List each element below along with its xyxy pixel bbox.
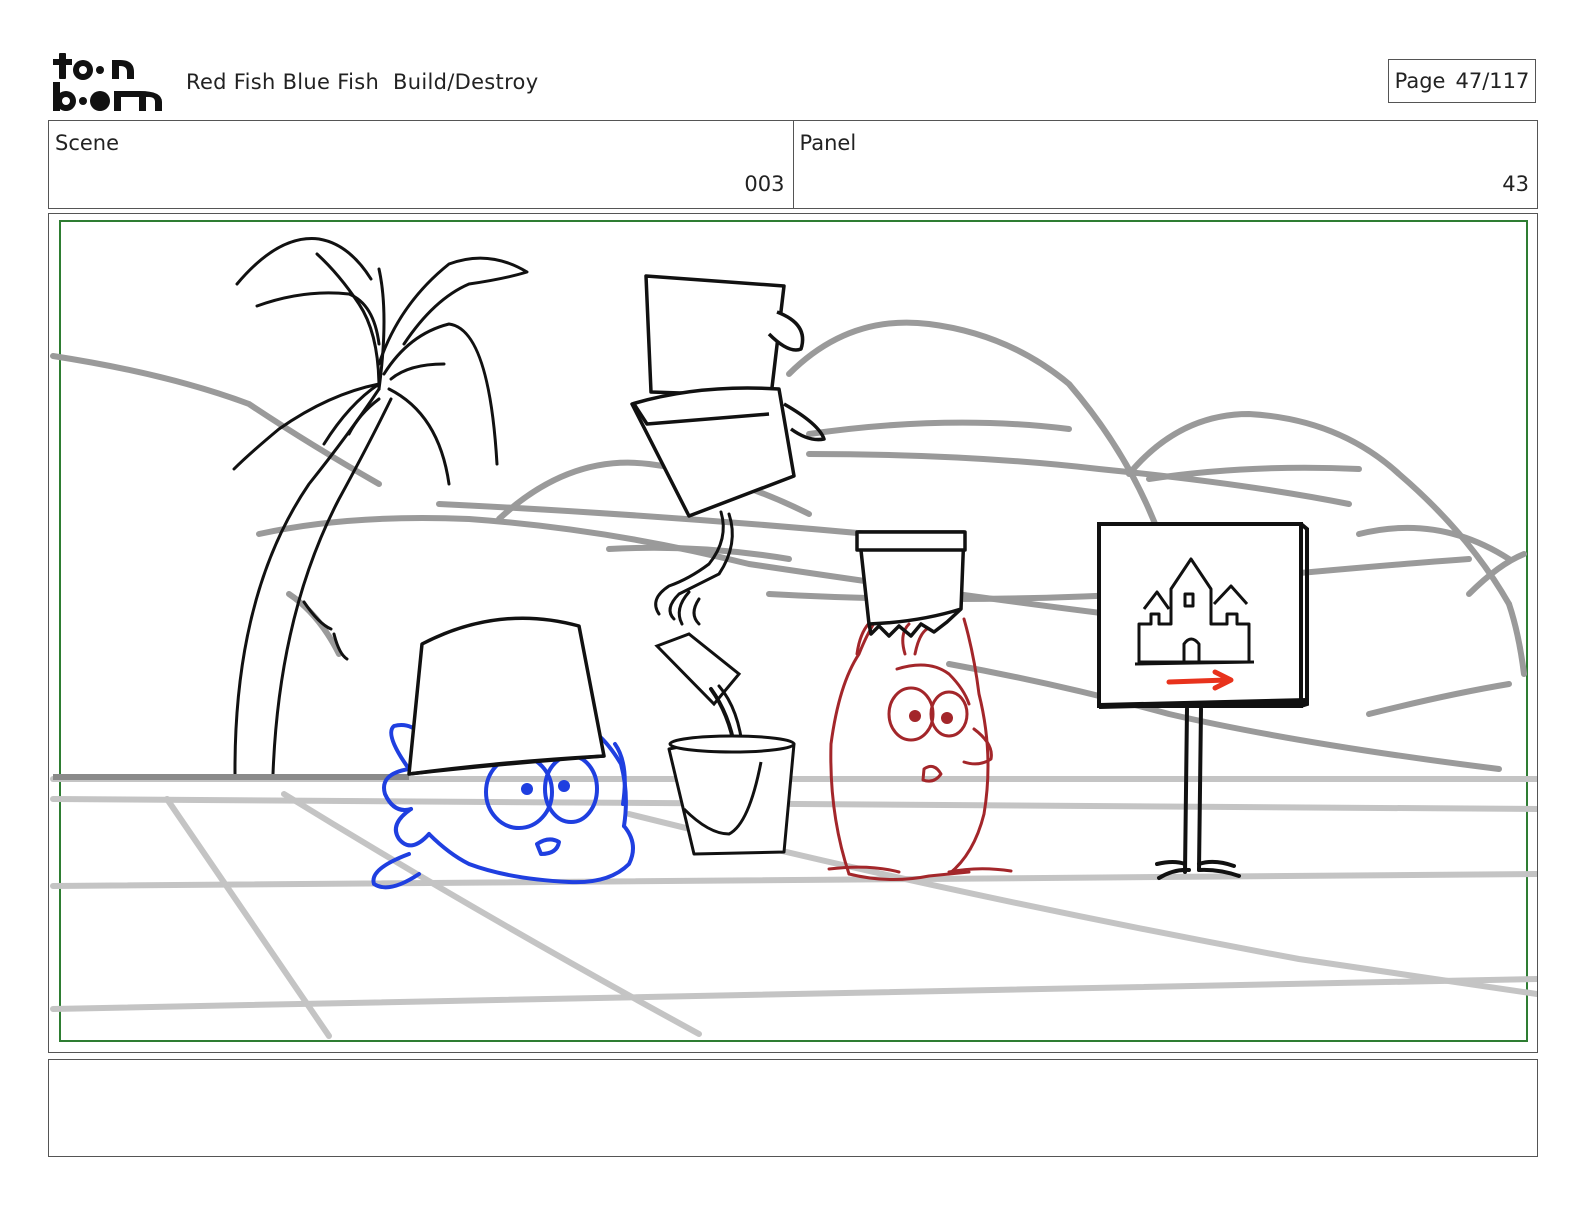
red-fish <box>827 614 1013 882</box>
scene-label: Scene <box>55 131 120 155</box>
panel-number: 43 <box>1502 172 1529 196</box>
castle-sign <box>1097 522 1309 880</box>
scene-cell: Scene 003 <box>49 121 793 208</box>
project-title: Red Fish Blue Fish Build/Destroy <box>186 70 539 94</box>
stacked-buckets <box>630 274 826 518</box>
bucket-on-blue-fish <box>407 616 606 776</box>
sand-bucket <box>667 734 796 856</box>
page-number: 47/117 <box>1455 69 1530 93</box>
scene-number: 003 <box>744 172 785 196</box>
scene-panel-info: Scene 003 Panel 43 <box>48 120 1538 209</box>
panel-label: Panel <box>799 131 857 155</box>
toonboom-logo <box>53 53 162 111</box>
sign-post <box>1155 707 1241 880</box>
panel-cell: Panel 43 <box>792 121 1538 208</box>
page-indicator: Page 47/117 <box>1388 59 1536 103</box>
storyboard-panel <box>48 213 1538 1053</box>
panel-drawing <box>50 220 1537 1042</box>
panel-notes <box>48 1059 1538 1157</box>
page-label: Page <box>1394 69 1446 93</box>
bucket-on-red-fish <box>855 530 967 638</box>
ground-lines <box>50 776 1537 1039</box>
